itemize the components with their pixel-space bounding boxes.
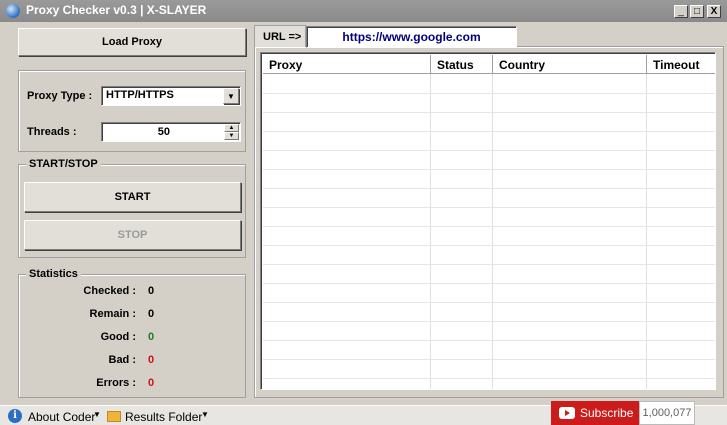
row-divider (263, 207, 715, 208)
threads-value: 50 (157, 126, 170, 138)
proxy-type-value: HTTP/HTTPS (106, 89, 174, 101)
stepper-up-icon[interactable]: ▲ (224, 124, 239, 132)
stepper-down-icon[interactable]: ▼ (224, 132, 239, 140)
row-divider (263, 131, 715, 132)
row-divider (263, 302, 715, 303)
row-divider (263, 245, 715, 246)
column-header-timeout[interactable]: Timeout (647, 55, 715, 74)
status-bar: i About Coder ▼ Results Folder ▼ Subscri… (0, 401, 727, 425)
column-divider (492, 74, 493, 389)
close-button[interactable]: X (707, 5, 721, 18)
results-table[interactable]: Proxy Status Country Timeout (260, 52, 716, 390)
chevron-down-icon[interactable]: ▼ (93, 410, 101, 419)
row-divider (263, 378, 715, 379)
chevron-down-icon[interactable]: ▼ (223, 88, 239, 104)
chevron-down-icon[interactable]: ▼ (201, 410, 209, 419)
stat-remain-value: 0 (148, 308, 155, 320)
maximize-button[interactable]: □ (690, 5, 704, 18)
row-divider (263, 321, 715, 322)
stop-button[interactable]: STOP (24, 220, 241, 250)
stat-errors-label: Errors : (96, 377, 136, 389)
start-button[interactable]: START (24, 182, 241, 212)
minimize-button[interactable]: _ (674, 5, 688, 18)
row-divider (263, 112, 715, 113)
folder-icon[interactable] (107, 411, 121, 422)
title-bar[interactable]: Proxy Checker v0.3 | X-SLAYER _ □ X (0, 0, 727, 22)
column-header-country[interactable]: Country (493, 55, 647, 74)
stat-good-value: 0 (148, 331, 155, 343)
stat-bad-label: Bad : (108, 354, 137, 366)
stat-errors-value: 0 (148, 377, 155, 389)
row-divider (263, 93, 715, 94)
globe-icon (6, 4, 20, 18)
column-header-proxy[interactable]: Proxy (263, 55, 431, 74)
column-header-status[interactable]: Status (431, 55, 493, 74)
about-coder-menu[interactable]: About Coder (28, 410, 95, 424)
url-input[interactable]: https://www.google.com (306, 26, 517, 48)
row-divider (263, 340, 715, 341)
row-divider (263, 264, 715, 265)
row-divider (263, 226, 715, 227)
row-divider (263, 359, 715, 360)
start-stop-title: START/STOP (26, 158, 101, 170)
row-divider (263, 169, 715, 170)
load-proxy-button[interactable]: Load Proxy (18, 28, 246, 56)
threads-label: Threads : (27, 126, 77, 138)
column-divider (646, 74, 647, 389)
row-divider (263, 150, 715, 151)
stat-checked-label: Checked : (83, 285, 136, 297)
url-tab-label: URL => (254, 25, 306, 47)
stat-remain-label: Remain : (89, 308, 136, 320)
subscribe-button[interactable]: Subscribe (551, 401, 639, 425)
window-title: Proxy Checker v0.3 | X-SLAYER (26, 3, 207, 17)
url-value: https://www.google.com (342, 30, 481, 44)
row-divider (263, 188, 715, 189)
threads-stepper[interactable]: 50 ▲ ▼ (101, 122, 241, 142)
subscriber-count: 1,000,077 (639, 401, 695, 425)
results-folder-menu[interactable]: Results Folder (125, 410, 202, 424)
youtube-icon (559, 407, 575, 419)
column-divider (430, 74, 431, 389)
subscribe-label: Subscribe (580, 406, 634, 420)
stat-checked-value: 0 (148, 285, 155, 297)
proxy-type-select[interactable]: HTTP/HTTPS ▼ (101, 86, 241, 106)
row-divider (263, 283, 715, 284)
stat-good-label: Good : (100, 331, 136, 343)
proxy-type-label: Proxy Type : (27, 90, 93, 102)
stat-bad-value: 0 (148, 354, 155, 366)
info-icon[interactable]: i (8, 409, 22, 423)
statistics-title: Statistics (26, 268, 81, 280)
